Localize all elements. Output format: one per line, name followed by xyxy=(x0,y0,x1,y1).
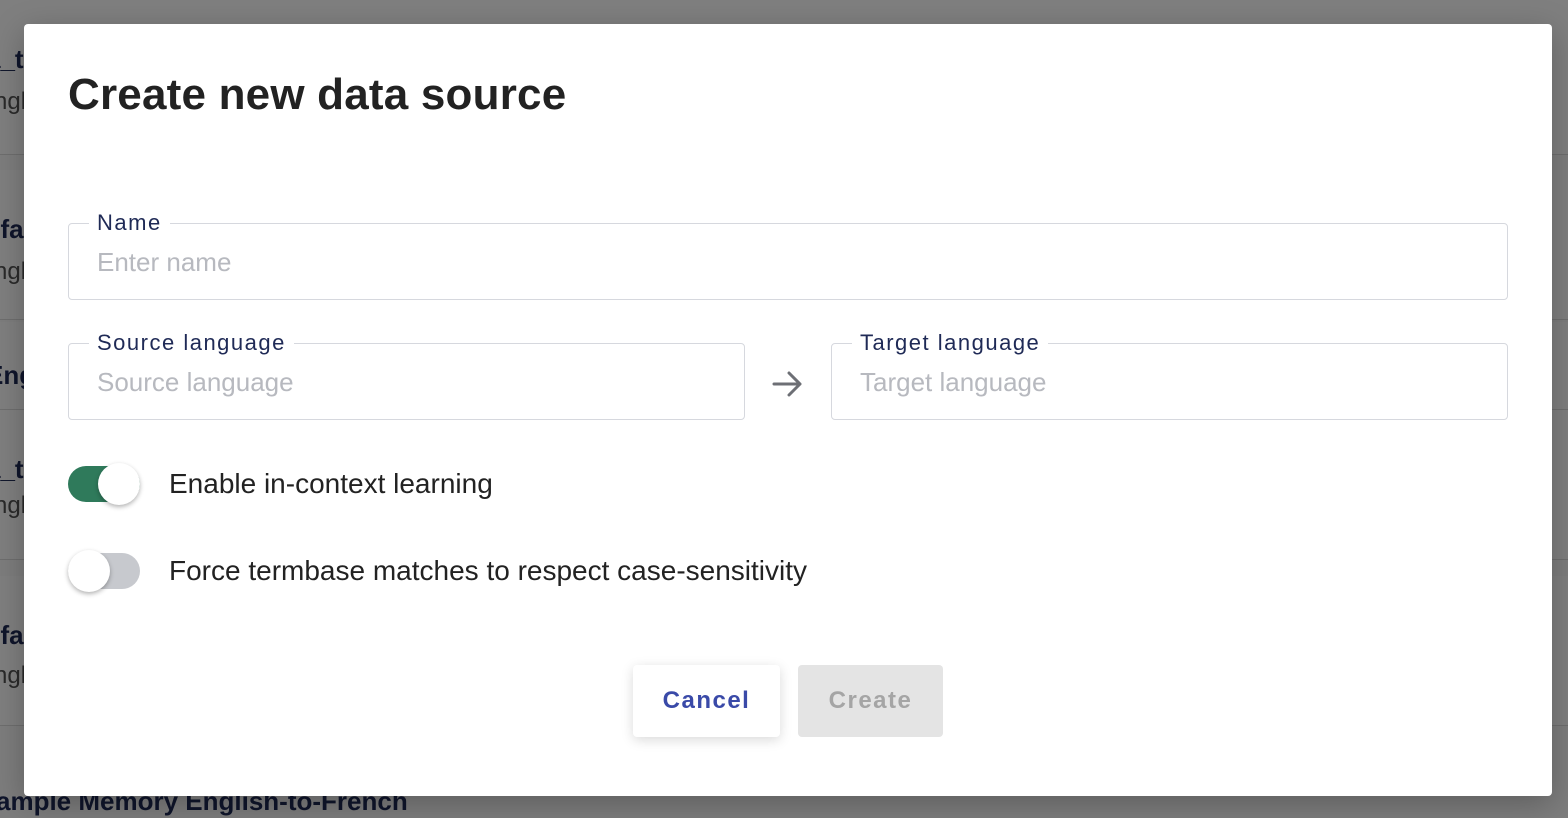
dialog-title: Create new data source xyxy=(68,70,567,119)
case-sensitivity-row: Force termbase matches to respect case-s… xyxy=(68,549,807,593)
target-language-input[interactable] xyxy=(860,364,1479,400)
case-sensitivity-label: Force termbase matches to respect case-s… xyxy=(169,555,808,586)
target-language-field: Target language xyxy=(831,330,1508,420)
arrow-right-icon xyxy=(772,371,802,397)
create-data-source-dialog: Create new data source Name Source langu… xyxy=(24,24,1552,796)
source-language-label: Source language xyxy=(89,330,294,356)
source-language-field: Source language xyxy=(68,330,745,420)
target-language-label: Target language xyxy=(852,330,1049,356)
name-input[interactable] xyxy=(97,244,1479,280)
toggle-knob xyxy=(98,463,140,505)
case-sensitivity-toggle[interactable] xyxy=(68,550,140,592)
in-context-learning-label: Enable in-context learning xyxy=(169,468,493,499)
cancel-button[interactable]: Cancel xyxy=(633,665,780,737)
in-context-learning-toggle[interactable] xyxy=(68,463,140,505)
create-button[interactable]: Create xyxy=(798,665,943,737)
name-field: Name xyxy=(68,210,1508,300)
in-context-learning-row: Enable in-context learning xyxy=(68,462,493,506)
name-field-label: Name xyxy=(89,210,170,236)
toggle-knob xyxy=(68,550,110,592)
source-language-input[interactable] xyxy=(97,364,716,400)
